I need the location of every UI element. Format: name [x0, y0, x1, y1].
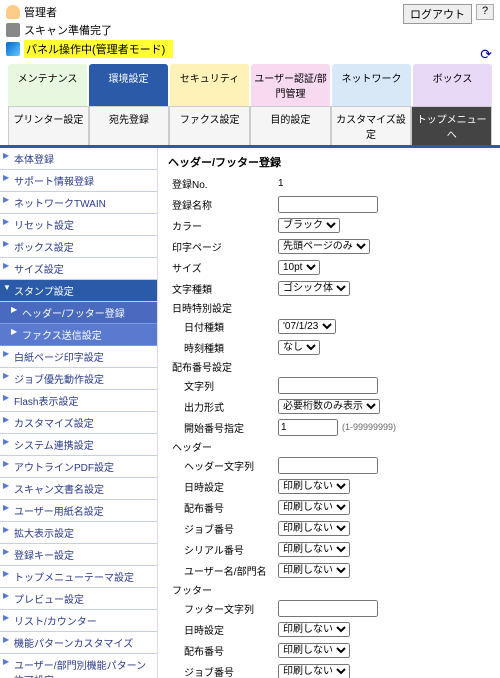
section-footer: フッター — [168, 582, 490, 597]
sidebar-item-stamp[interactable]: スタンプ設定 — [0, 280, 157, 302]
tab-user-auth[interactable]: ユーザー認証/部門管理 — [251, 64, 330, 106]
panel-mode-label: パネル操作中(管理者モード) — [24, 40, 173, 58]
help-button[interactable]: ? — [476, 4, 494, 20]
tab-address[interactable]: 宛先登録 — [89, 106, 170, 145]
lbl-h-job: ジョブ番号 — [168, 521, 278, 536]
tab-network[interactable]: ネットワーク — [332, 64, 411, 106]
content-panel: ヘッダー/フッター登録 登録No.1 登録名称 カラーブラック 印字ページ先頭ペ… — [158, 148, 500, 678]
section-header: ヘッダー — [168, 439, 490, 454]
lbl-reg-name: 登録名称 — [168, 197, 278, 212]
lbl-font: 文字種類 — [168, 281, 278, 296]
select-h-job[interactable]: 印刷しない — [278, 521, 350, 536]
tab-purpose[interactable]: 目的設定 — [250, 106, 331, 145]
sidebar-item[interactable]: カスタマイズ設定 — [0, 412, 157, 434]
tab-maintenance[interactable]: メンテナンス — [8, 64, 87, 106]
sidebar-item[interactable]: アウトラインPDF設定 — [0, 456, 157, 478]
logout-button[interactable]: ログアウト — [403, 4, 472, 24]
sidebar-item[interactable]: ユーザー用紙名設定 — [0, 500, 157, 522]
lbl-text: 文字列 — [168, 378, 278, 393]
sidebar-item[interactable]: 本体登録 — [0, 148, 157, 170]
sidebar-item[interactable]: サポート情報登録 — [0, 170, 157, 192]
select-font[interactable]: ゴシック体 — [278, 281, 350, 296]
panel-icon — [6, 42, 20, 56]
lbl-h-datetime: 日時設定 — [168, 479, 278, 494]
lbl-reg-no: 登録No. — [168, 176, 278, 191]
sidebar: 本体登録 サポート情報登録 ネットワークTWAIN リセット設定 ボックス設定 … — [0, 148, 158, 678]
sidebar-item[interactable]: サイズ設定 — [0, 258, 157, 280]
scan-status: スキャン準備完了 — [24, 22, 494, 38]
select-print-page[interactable]: 先頭ページのみ — [278, 239, 370, 254]
lbl-f-datetime: 日時設定 — [168, 622, 278, 637]
page-title: ヘッダー/フッター登録 — [168, 154, 490, 170]
lbl-f-job: ジョブ番号 — [168, 664, 278, 678]
lbl-date-type: 日付種類 — [168, 319, 278, 334]
select-h-serial[interactable]: 印刷しない — [278, 542, 350, 557]
select-size[interactable]: 10pt — [278, 260, 320, 275]
select-date-type[interactable]: '07/1/23 — [278, 319, 336, 334]
user-icon — [6, 5, 20, 19]
lbl-footer-text: フッター文字列 — [168, 601, 278, 616]
input-text[interactable] — [278, 377, 378, 394]
select-time-type[interactable]: なし — [278, 340, 320, 355]
sidebar-item[interactable]: Flash表示設定 — [0, 390, 157, 412]
tab-topmenu[interactable]: トップメニューへ — [411, 106, 492, 145]
sidebar-item[interactable]: ボックス設定 — [0, 236, 157, 258]
sidebar-sub-fax-send[interactable]: ファクス送信設定 — [0, 324, 157, 346]
secondary-tabs: プリンター設定 宛先登録 ファクス設定 目的設定 カスタマイズ設定 トップメニュ… — [0, 106, 500, 148]
tab-security[interactable]: セキュリティ — [170, 64, 249, 106]
lbl-time-type: 時刻種類 — [168, 340, 278, 355]
lbl-h-dist: 配布番号 — [168, 500, 278, 515]
sidebar-item[interactable]: リスト/カウンター — [0, 610, 157, 632]
section-dist: 配布番号設定 — [168, 359, 490, 374]
refresh-icon[interactable]: ⟳ — [480, 46, 492, 63]
select-h-user[interactable]: 印刷しない — [278, 563, 350, 578]
input-footer-text[interactable] — [278, 600, 378, 617]
select-f-datetime[interactable]: 印刷しない — [278, 622, 350, 637]
input-header-text[interactable] — [278, 457, 378, 474]
lbl-h-serial: シリアル番号 — [168, 542, 278, 557]
lbl-header-text: ヘッダー文字列 — [168, 458, 278, 473]
sidebar-item[interactable]: プレビュー設定 — [0, 588, 157, 610]
tab-fax[interactable]: ファクス設定 — [169, 106, 250, 145]
select-f-job[interactable]: 印刷しない — [278, 664, 350, 678]
select-output[interactable]: 必要桁数のみ表示 — [278, 399, 380, 414]
lbl-start-no: 開始番号指定 — [168, 420, 278, 435]
hint-start-no: (1-99999999) — [342, 422, 396, 432]
input-start-no[interactable] — [278, 419, 338, 436]
val-reg-no: 1 — [278, 178, 490, 189]
sidebar-sub-header-footer[interactable]: ヘッダー/フッター登録 — [0, 302, 157, 324]
lbl-size: サイズ — [168, 260, 278, 275]
tab-customize[interactable]: カスタマイズ設定 — [331, 106, 412, 145]
sidebar-item[interactable]: ネットワークTWAIN — [0, 192, 157, 214]
sidebar-item[interactable]: システム連携設定 — [0, 434, 157, 456]
lbl-h-user: ユーザー名/部門名 — [168, 563, 278, 578]
input-reg-name[interactable] — [278, 196, 378, 213]
sidebar-item[interactable]: 拡大表示設定 — [0, 522, 157, 544]
select-color[interactable]: ブラック — [278, 218, 340, 233]
sidebar-item[interactable]: ジョブ優先動作設定 — [0, 368, 157, 390]
sidebar-item[interactable]: 登録キー設定 — [0, 544, 157, 566]
tab-environment[interactable]: 環境設定 — [89, 64, 168, 106]
tab-box[interactable]: ボックス — [413, 64, 492, 106]
tab-printer[interactable]: プリンター設定 — [8, 106, 89, 145]
sidebar-item[interactable]: トップメニューテーマ設定 — [0, 566, 157, 588]
select-h-datetime[interactable]: 印刷しない — [278, 479, 350, 494]
select-h-dist[interactable]: 印刷しない — [278, 500, 350, 515]
sidebar-item[interactable]: リセット設定 — [0, 214, 157, 236]
sidebar-item[interactable]: スキャン文書名設定 — [0, 478, 157, 500]
sidebar-item[interactable]: ユーザー/部門別機能パターン許可設定 — [0, 654, 157, 678]
section-datetime: 日時特別設定 — [168, 300, 490, 315]
sidebar-item[interactable]: 機能パターンカスタマイズ — [0, 632, 157, 654]
scanner-icon — [6, 23, 20, 37]
lbl-output: 出力形式 — [168, 399, 278, 414]
lbl-color: カラー — [168, 218, 278, 233]
sidebar-item[interactable]: 白紙ページ印字設定 — [0, 346, 157, 368]
lbl-print-page: 印字ページ — [168, 239, 278, 254]
primary-tabs: メンテナンス 環境設定 セキュリティ ユーザー認証/部門管理 ネットワーク ボッ… — [0, 64, 500, 106]
